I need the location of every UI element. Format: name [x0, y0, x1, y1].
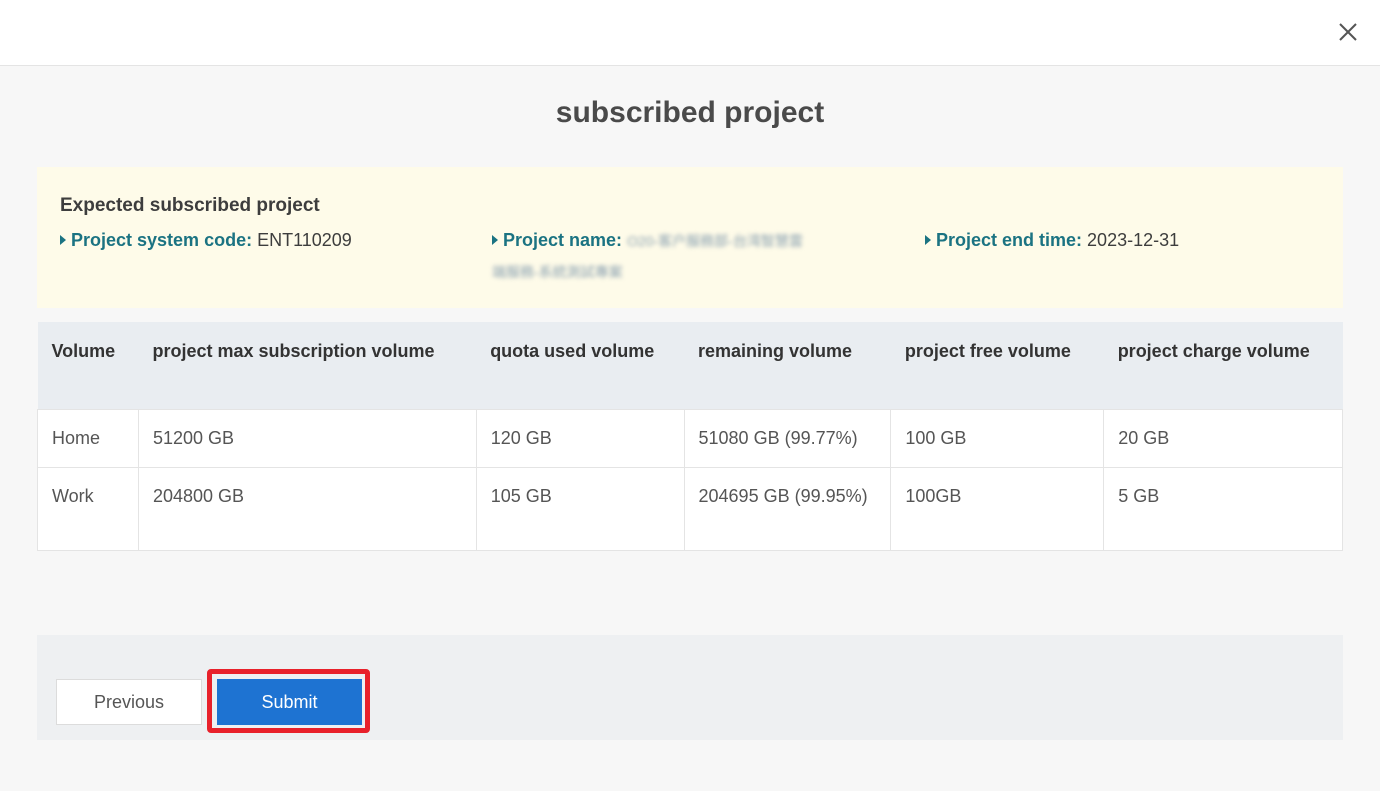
- project-name: Project name: O20-客户服務部-台湾智慧雲 端服務-系統測試專案: [492, 225, 892, 287]
- column-header-volume: Volume: [37, 322, 139, 410]
- project-system-code-value: ENT110209: [257, 230, 352, 250]
- column-header-charge: project charge volume: [1103, 322, 1343, 410]
- dialog-header: [0, 0, 1380, 66]
- table-cell: 204800 GB: [137, 467, 477, 551]
- page-title: subscribed project: [555, 96, 825, 129]
- column-header-free: project free volume: [890, 322, 1104, 410]
- project-name-label: Project name:: [503, 230, 623, 250]
- project-info-heading: Expected subscribed project: [60, 195, 320, 216]
- column-header-quota-used: quota used volume: [476, 322, 685, 410]
- triangle-right-icon: [60, 235, 66, 245]
- table-cell: 100 GB: [890, 409, 1105, 468]
- previous-button[interactable]: Previous: [56, 679, 202, 725]
- project-name-value-line2: 端服務-系統測試專案: [492, 264, 623, 280]
- table-cell: 120 GB: [475, 409, 685, 468]
- volume-table: Volume project max subscription volume q…: [37, 322, 1343, 551]
- triangle-right-icon: [925, 235, 931, 245]
- project-end-time-label: Project end time:: [936, 230, 1083, 250]
- table-cell: 51200 GB: [137, 409, 477, 468]
- close-icon: [1339, 23, 1357, 41]
- table-cell: 100GB: [890, 467, 1105, 551]
- close-button[interactable]: [1332, 16, 1364, 48]
- table-header-row: Volume project max subscription volume q…: [37, 322, 1343, 410]
- table-row: Home 51200 GB 120 GB 51080 GB (99.77%) 1…: [37, 409, 1343, 468]
- table-cell: 5 GB: [1103, 467, 1343, 551]
- table-cell: 20 GB: [1103, 409, 1343, 468]
- project-end-time-value: 2023-12-31: [1087, 230, 1180, 250]
- project-system-code-label: Project system code:: [71, 230, 253, 250]
- project-system-code: Project system code: ENT110209: [60, 225, 352, 255]
- table-cell: 204695 GB (99.95%): [683, 467, 892, 551]
- table-cell: 105 GB: [475, 467, 685, 551]
- submit-button[interactable]: Submit: [217, 679, 362, 725]
- column-header-remaining: remaining volume: [684, 322, 891, 410]
- table-cell: Work: [37, 467, 139, 551]
- triangle-right-icon: [492, 235, 498, 245]
- project-info-panel: Expected subscribed project Project syst…: [37, 167, 1343, 308]
- project-end-time: Project end time: 2023-12-31: [925, 225, 1179, 255]
- project-name-value-line1: O20-客户服務部-台湾智慧雲: [627, 233, 803, 249]
- table-row: Work 204800 GB 105 GB 204695 GB (99.95%)…: [37, 467, 1343, 551]
- table-cell: Home: [37, 409, 139, 468]
- table-cell: 51080 GB (99.77%): [683, 409, 892, 468]
- dialog-footer: Previous Submit: [37, 635, 1343, 740]
- column-header-max-subscription: project max subscription volume: [138, 322, 477, 410]
